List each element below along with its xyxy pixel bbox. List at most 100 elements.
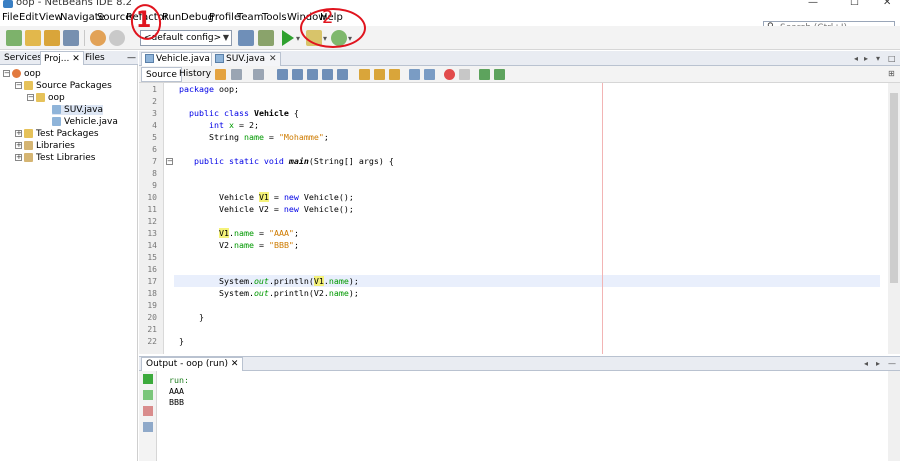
tree-node-source-packages[interactable]: − Source Packages bbox=[15, 81, 112, 91]
tree-node-package[interactable]: − oop bbox=[27, 93, 65, 103]
open-project-icon[interactable] bbox=[44, 30, 60, 46]
expand-toggle-icon[interactable]: + bbox=[15, 154, 22, 161]
rerun-icon[interactable] bbox=[143, 374, 153, 384]
tab-output-run[interactable]: Output - oop (run) ✕ bbox=[141, 357, 244, 371]
close-icon[interactable]: ✕ bbox=[72, 54, 80, 64]
settings-icon[interactable] bbox=[143, 422, 153, 432]
stop-macro-recording-icon[interactable] bbox=[459, 69, 470, 80]
last-edit-icon[interactable] bbox=[215, 69, 226, 80]
scroll-tabs-right-icon[interactable]: ▸ bbox=[864, 54, 868, 63]
tree-node-test-libraries[interactable]: + Test Libraries bbox=[15, 153, 95, 163]
minimize-panel-button[interactable]: — bbox=[124, 51, 139, 65]
close-button[interactable]: ✕ bbox=[883, 0, 891, 8]
menu-team[interactable]: Team bbox=[237, 12, 263, 23]
menu-file[interactable]: File bbox=[2, 12, 19, 23]
collapse-toggle-icon[interactable]: − bbox=[15, 82, 22, 89]
new-file-icon[interactable] bbox=[6, 30, 22, 46]
line-number: 11 bbox=[147, 205, 157, 214]
shift-right-icon[interactable] bbox=[424, 69, 435, 80]
save-all-icon[interactable] bbox=[63, 30, 79, 46]
maximize-button[interactable]: ☐ bbox=[850, 0, 859, 8]
expand-toolbar-icon[interactable]: ⊞ bbox=[888, 69, 895, 78]
rerun-with-params-icon[interactable] bbox=[143, 390, 153, 400]
comment-icon[interactable] bbox=[479, 69, 490, 80]
java-file-icon bbox=[215, 54, 224, 63]
shift-left-icon[interactable] bbox=[409, 69, 420, 80]
close-icon[interactable]: ✕ bbox=[231, 359, 239, 369]
tree-node-vehicle-java[interactable]: Vehicle.java bbox=[52, 117, 118, 127]
code-line-7: public static void main(String[] args) { bbox=[194, 156, 394, 166]
tree-node-suv-java[interactable]: SUV.java bbox=[52, 105, 104, 115]
scroll-tabs-left-icon[interactable]: ◂ bbox=[864, 359, 868, 368]
previous-bookmark-icon[interactable] bbox=[359, 69, 370, 80]
line-number: 9 bbox=[152, 181, 157, 190]
code-line-5: String name = "Mohamme"; bbox=[208, 132, 329, 142]
tab-services[interactable]: Services bbox=[1, 51, 45, 65]
find-previous-icon[interactable] bbox=[292, 69, 303, 80]
next-bookmark-icon[interactable] bbox=[374, 69, 385, 80]
find-icon[interactable] bbox=[277, 69, 288, 80]
tree-label: SUV.java bbox=[64, 105, 104, 115]
close-icon[interactable]: ✕ bbox=[269, 54, 277, 64]
fold-toggle-icon[interactable]: − bbox=[166, 158, 173, 165]
stop-icon[interactable] bbox=[143, 406, 153, 416]
tab-label: SUV.java bbox=[226, 54, 266, 64]
package-icon bbox=[36, 93, 45, 102]
scroll-tabs-right-icon[interactable]: ▸ bbox=[876, 359, 880, 368]
line-number: 18 bbox=[147, 289, 157, 298]
tree-label: Test Packages bbox=[36, 129, 99, 139]
code-line-10: Vehicle V1 = new Vehicle(); bbox=[218, 192, 354, 202]
forward-icon[interactable] bbox=[253, 69, 264, 80]
code-line-11: Vehicle V2 = new Vehicle(); bbox=[218, 204, 354, 214]
tree-label: Vehicle.java bbox=[64, 117, 118, 127]
tab-projects-label: Proj... bbox=[44, 54, 70, 64]
new-project-icon[interactable] bbox=[25, 30, 41, 46]
code-area[interactable]: package oop; public class Vehicle { int … bbox=[174, 83, 880, 354]
build-hammer-icon[interactable] bbox=[238, 30, 254, 46]
menu-tools[interactable]: Tools bbox=[262, 12, 287, 23]
toggle-highlight-icon[interactable] bbox=[322, 69, 333, 80]
tab-label: Output - oop (run) bbox=[146, 359, 228, 369]
output-side-toolbar bbox=[139, 371, 157, 461]
show-opened-documents-icon[interactable]: ▾ bbox=[876, 54, 880, 63]
toggle-selection-icon[interactable] bbox=[337, 69, 348, 80]
file-tabs: Vehicle.java ✕ SUV.java✕ ◂ ▸ ▾ □ bbox=[139, 51, 900, 66]
uncomment-icon[interactable] bbox=[494, 69, 505, 80]
menu-run[interactable]: Run bbox=[162, 12, 181, 23]
run-project-icon[interactable] bbox=[282, 30, 294, 46]
minimize-button[interactable]: — bbox=[808, 0, 818, 8]
scrollbar-thumb[interactable] bbox=[890, 93, 898, 283]
tab-files[interactable]: Files bbox=[82, 51, 108, 65]
menu-profile[interactable]: Profile bbox=[209, 12, 240, 23]
output-scrollbar[interactable] bbox=[888, 371, 900, 461]
undo-icon[interactable] bbox=[90, 30, 106, 46]
expand-toggle-icon[interactable]: + bbox=[15, 130, 22, 137]
toggle-bookmark-icon[interactable] bbox=[389, 69, 400, 80]
clean-build-icon[interactable] bbox=[258, 30, 274, 46]
tab-suv-java[interactable]: SUV.java ✕ bbox=[211, 52, 281, 66]
expand-toggle-icon[interactable]: + bbox=[15, 142, 22, 149]
tree-node-project[interactable]: − oop bbox=[3, 69, 41, 79]
maximize-window-icon[interactable]: □ bbox=[888, 54, 896, 63]
tree-node-test-packages[interactable]: + Test Packages bbox=[15, 129, 99, 139]
scroll-tabs-left-icon[interactable]: ◂ bbox=[854, 54, 858, 63]
tab-projects[interactable]: Proj... ✕ bbox=[40, 51, 84, 65]
start-macro-recording-icon[interactable] bbox=[444, 69, 455, 80]
java-file-icon bbox=[52, 105, 61, 114]
find-next-icon[interactable] bbox=[307, 69, 318, 80]
tree-node-libraries[interactable]: + Libraries bbox=[15, 141, 75, 151]
history-view-tab[interactable]: History bbox=[175, 67, 215, 82]
run-dropdown-icon[interactable]: ▾ bbox=[296, 34, 300, 43]
line-number: 8 bbox=[152, 169, 157, 178]
redo-icon[interactable] bbox=[109, 30, 125, 46]
code-line-3: public class Vehicle { bbox=[189, 108, 299, 118]
collapse-toggle-icon[interactable]: − bbox=[3, 70, 10, 77]
minimize-window-icon[interactable]: — bbox=[888, 359, 896, 368]
tree-label: oop bbox=[24, 69, 41, 79]
collapse-toggle-icon[interactable]: − bbox=[27, 94, 34, 101]
output-tabs: Output - oop (run) ✕ ◂ ▸ — bbox=[139, 357, 900, 371]
menu-edit[interactable]: Edit bbox=[19, 12, 38, 23]
editor-scrollbar[interactable] bbox=[888, 83, 900, 354]
folder-icon bbox=[24, 81, 33, 90]
back-icon[interactable] bbox=[231, 69, 242, 80]
